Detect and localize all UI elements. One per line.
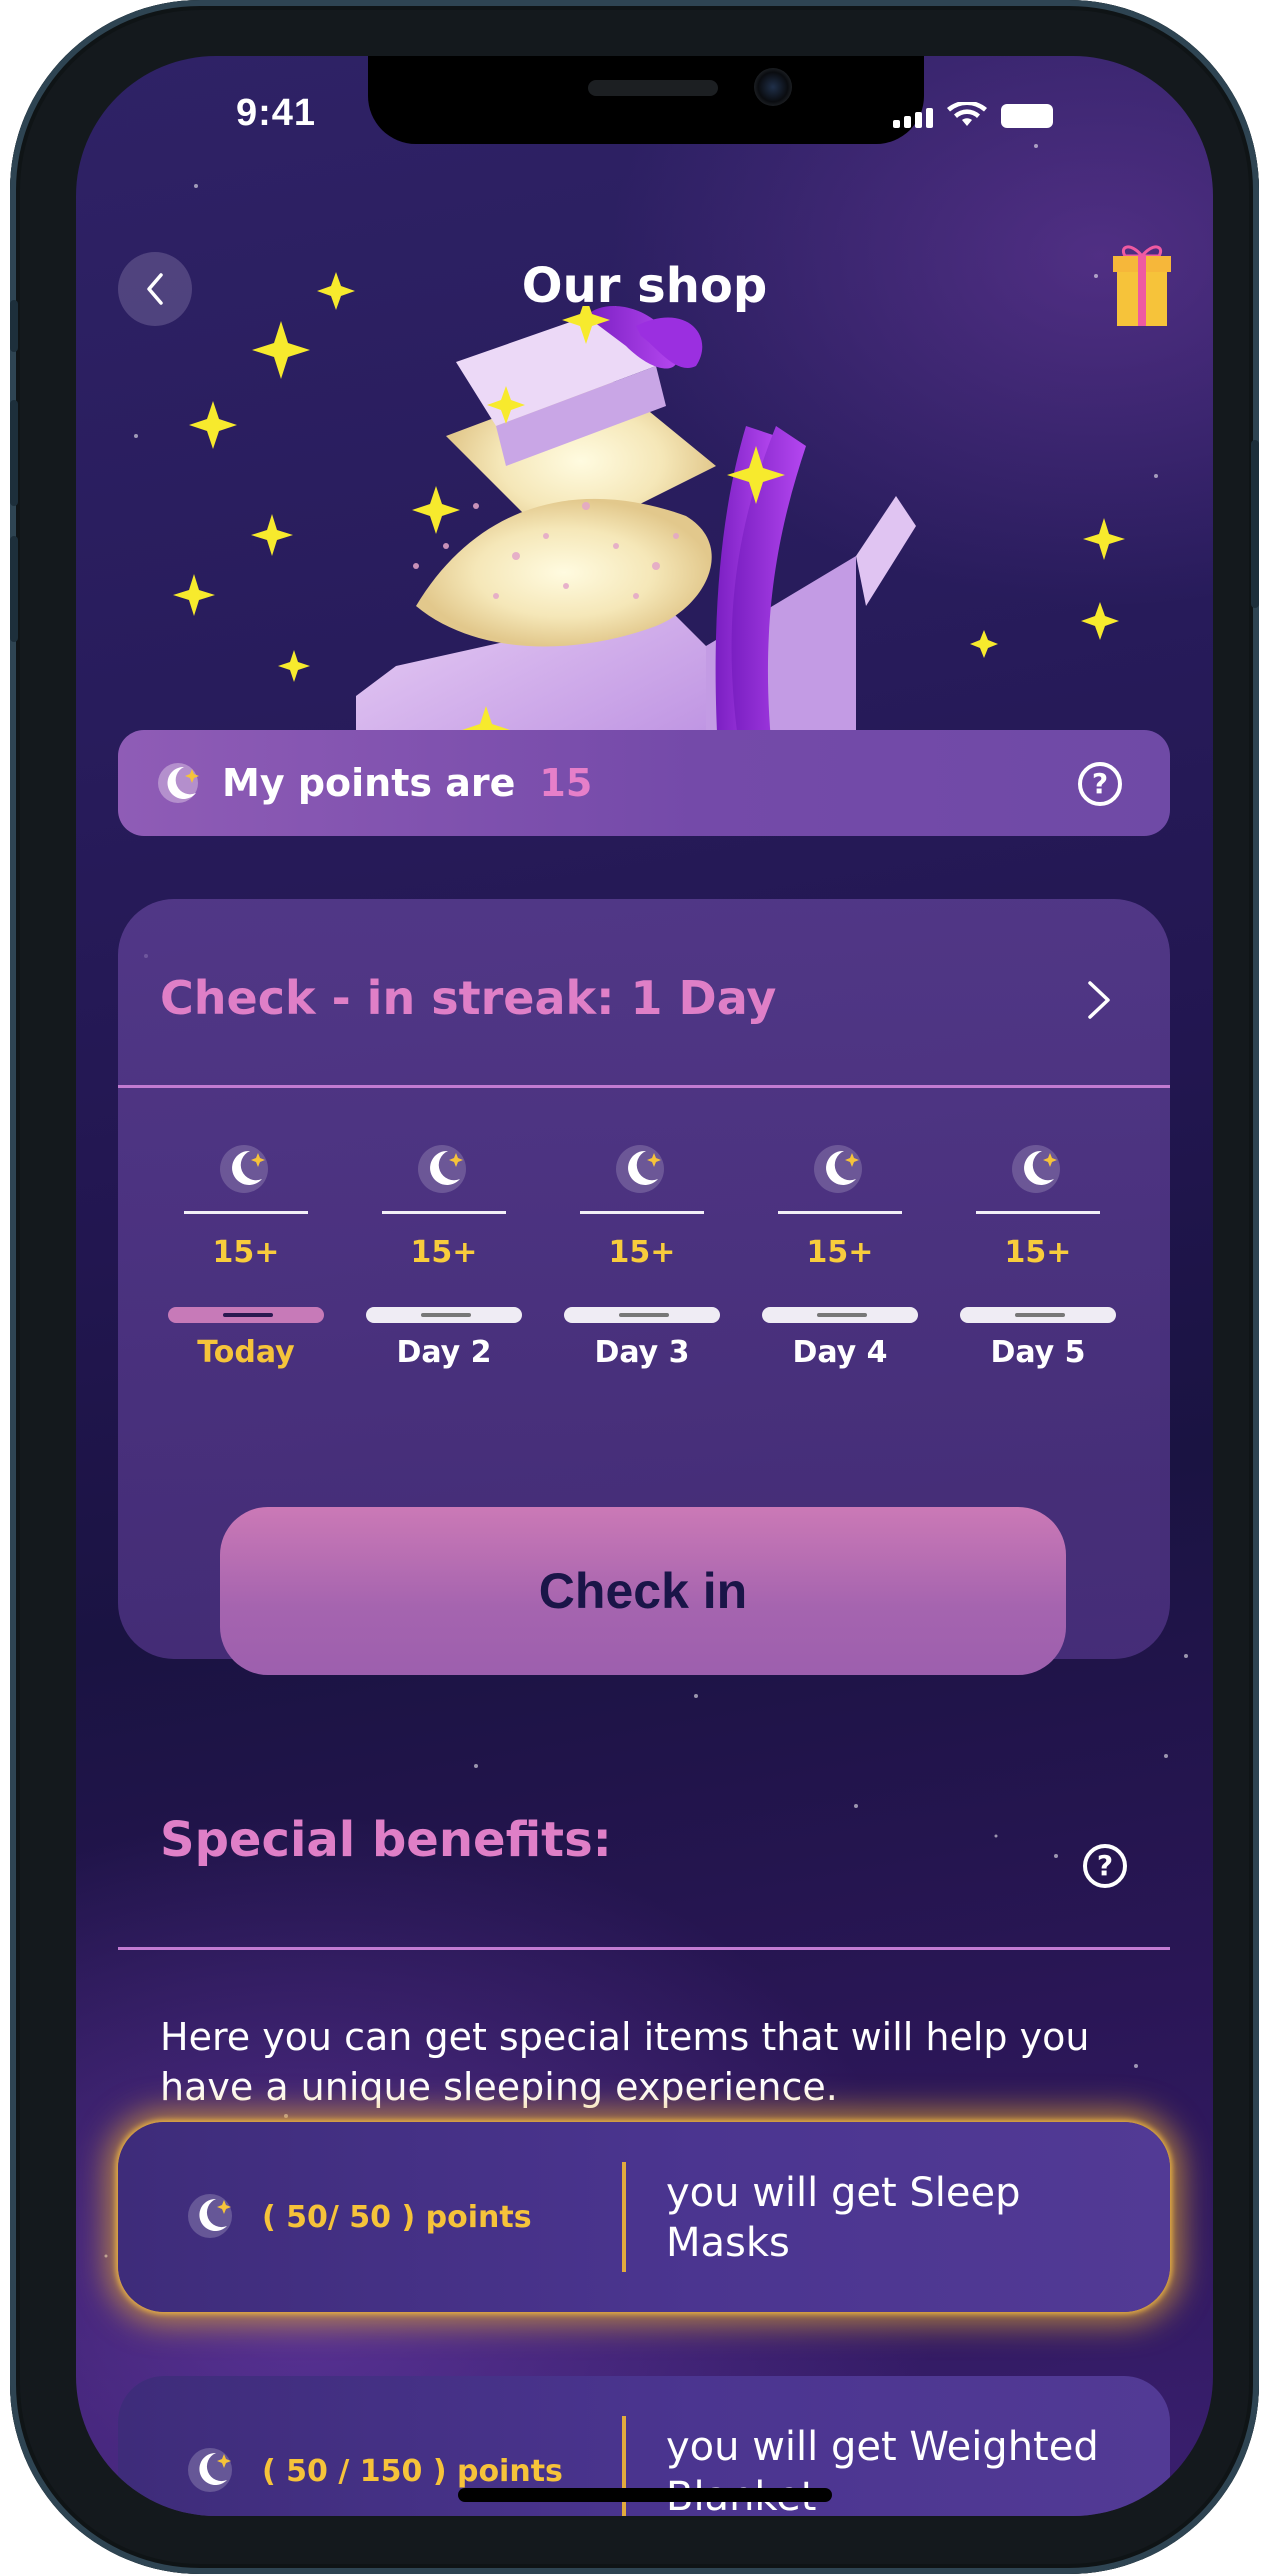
volume-down-button — [10, 536, 18, 642]
points-balance-bar: My points are 15 ? — [118, 730, 1170, 836]
moon-icon — [612, 1139, 672, 1199]
day-label: Day 2 — [396, 1335, 492, 1370]
day-progress-bar — [366, 1307, 522, 1323]
status-icons — [893, 102, 1053, 128]
day-label: Day 4 — [792, 1335, 888, 1370]
streak-day-4: 15+ Day 4 — [762, 1139, 918, 1370]
home-indicator[interactable] — [458, 2488, 832, 2502]
moon-icon — [216, 1139, 276, 1199]
power-button — [1251, 440, 1259, 608]
benefits-description: Here you can get special items that will… — [160, 2015, 1090, 2109]
points-label: My points are — [222, 761, 516, 805]
phone-frame: 9:41 Our shop My points are 15 ? Check -… — [10, 0, 1259, 2574]
day-separator — [778, 1211, 902, 1214]
day-progress-bar — [564, 1307, 720, 1323]
benefit-cost: ( 50/ 50 ) points — [262, 2200, 532, 2235]
benefit-reward: you will get Sleep Masks — [666, 2170, 1021, 2266]
benefit-separator — [622, 2162, 626, 2272]
day-label: Today — [197, 1335, 295, 1370]
day-progress-bar — [168, 1307, 324, 1323]
day-separator — [382, 1211, 506, 1214]
day-bonus: 15+ — [212, 1235, 280, 1270]
silent-switch — [10, 300, 18, 352]
moon-icon — [414, 1139, 474, 1199]
moon-icon — [156, 759, 204, 807]
streak-title[interactable]: Check - in streak: 1 Day — [160, 971, 776, 1025]
day-separator — [184, 1211, 308, 1214]
cellular-signal-icon — [893, 106, 933, 128]
points-value: 15 — [539, 761, 593, 805]
chevron-right-icon[interactable] — [1084, 977, 1114, 1023]
day-progress-bar — [960, 1307, 1116, 1323]
wifi-icon — [947, 102, 987, 126]
volume-up-button — [10, 400, 18, 506]
streak-day-today: 15+ Today — [168, 1139, 324, 1370]
benefits-divider — [118, 1947, 1170, 1950]
day-bonus: 15+ — [608, 1235, 676, 1270]
points-help-icon[interactable]: ? — [1078, 762, 1122, 806]
open-gift-box-illustration — [356, 306, 916, 786]
moon-icon — [184, 2188, 240, 2244]
speaker-grille — [588, 80, 718, 96]
moon-icon — [810, 1139, 870, 1199]
streak-day-3: 15+ Day 3 — [564, 1139, 720, 1370]
day-progress-bar — [762, 1307, 918, 1323]
benefits-help-icon[interactable]: ? — [1083, 1844, 1127, 1888]
day-label: Day 5 — [990, 1335, 1086, 1370]
battery-icon — [1001, 104, 1053, 128]
streak-day-2: 15+ Day 2 — [366, 1139, 522, 1370]
day-separator — [976, 1211, 1100, 1214]
app-screen: 9:41 Our shop My points are 15 ? Check -… — [76, 56, 1213, 2516]
check-in-button[interactable]: Check in — [220, 1507, 1066, 1675]
device-notch — [368, 56, 924, 144]
day-bonus: 15+ — [806, 1235, 874, 1270]
status-time: 9:41 — [236, 92, 317, 134]
streak-day-5: 15+ Day 5 — [960, 1139, 1116, 1370]
moon-icon — [184, 2442, 240, 2498]
day-bonus: 15+ — [1004, 1235, 1072, 1270]
day-label: Day 3 — [594, 1335, 690, 1370]
gift-icon[interactable] — [1111, 242, 1173, 328]
moon-icon — [1008, 1139, 1068, 1199]
benefit-cost: ( 50 / 150 ) points — [262, 2454, 563, 2489]
benefits-title: Special benefits: — [160, 1812, 612, 1868]
benefit-item-sleep-masks[interactable]: ( 50/ 50 ) points you will get Sleep Mas… — [118, 2122, 1170, 2312]
checkin-streak-card: Check - in streak: 1 Day 15+ Today 15+ D… — [118, 899, 1170, 1675]
day-bonus: 15+ — [410, 1235, 478, 1270]
front-camera — [754, 68, 792, 106]
streak-days: 15+ Today 15+ Day 2 15+ Day 3 15+ Day 4 … — [168, 1139, 1158, 1370]
streak-divider — [118, 1085, 1170, 1088]
day-separator — [580, 1211, 704, 1214]
